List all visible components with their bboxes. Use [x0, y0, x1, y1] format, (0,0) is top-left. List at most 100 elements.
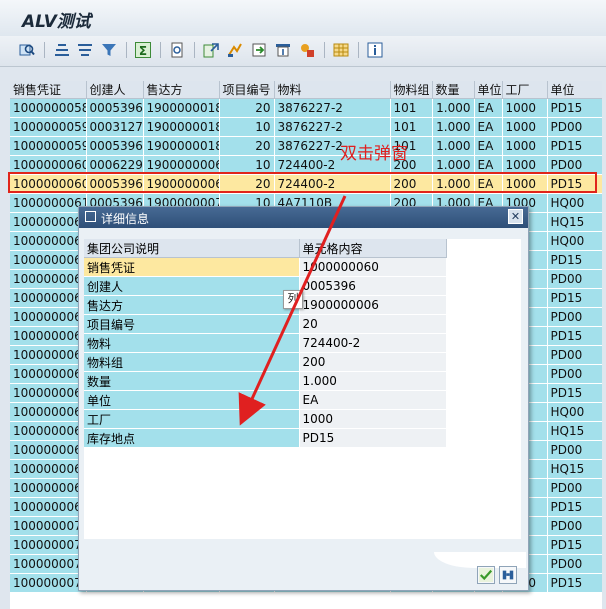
detail-column-header[interactable]: 集团公司说明 [84, 239, 300, 258]
select-layout-icon[interactable] [250, 41, 268, 59]
table-cell[interactable]: 1000000070 [10, 554, 87, 574]
table-cell[interactable]: HQ00 [547, 231, 602, 251]
column-header[interactable]: 物料 [274, 81, 391, 99]
table-row[interactable]: 1000000058 0005396 1900000018 20 3876227-2 10… [10, 98, 602, 118]
detail-row[interactable]: 售达方 1900000006 [84, 295, 447, 315]
table-cell[interactable]: PD00 [547, 364, 602, 384]
table-cell[interactable]: 1900000018 [143, 136, 220, 156]
table-cell[interactable]: 1000000059 [10, 117, 87, 137]
table-row[interactable]: 1000000060 0005396 1900000006 20 724400-2 200… [10, 174, 602, 194]
table-cell[interactable]: 1000000066 [10, 402, 87, 422]
table-cell[interactable]: 1000000066 [10, 383, 87, 403]
table-cell[interactable]: 1900000018 [143, 98, 220, 118]
table-cell[interactable]: PD15 [547, 383, 602, 403]
table-cell[interactable]: 200 [390, 174, 433, 194]
table-cell[interactable]: 1000000062 [10, 250, 87, 270]
table-cell[interactable]: 1000 [502, 117, 548, 137]
table-cell[interactable]: 1000000063 [10, 288, 87, 308]
table-row[interactable]: 1000000059 0003127 1900000018 10 3876227-2 10… [10, 117, 602, 137]
print-preview-icon[interactable] [168, 41, 186, 59]
table-cell[interactable]: 0005396 [86, 98, 144, 118]
table-cell[interactable]: 1000000058 [10, 98, 87, 118]
table-cell[interactable]: 1000000064 [10, 326, 87, 346]
table-cell[interactable]: HQ00 [547, 402, 602, 422]
table-cell[interactable]: 1.000 [432, 98, 475, 118]
table-cell[interactable]: 1000000068 [10, 478, 87, 498]
table-cell[interactable]: 1000000070 [10, 535, 87, 555]
table-cell[interactable]: 1000000067 [10, 440, 87, 460]
table-cell[interactable]: EA [474, 174, 503, 194]
table-cell[interactable]: 1000000062 [10, 212, 87, 232]
table-cell[interactable]: HQ00 [547, 193, 602, 213]
column-header[interactable]: 创建人 [86, 81, 144, 99]
table-row[interactable]: 1000000059 0005396 1900000018 20 3876227-2 10… [10, 136, 602, 156]
table-cell[interactable]: PD15 [547, 497, 602, 517]
detail-row[interactable]: 创建人 0005396 [84, 276, 447, 296]
info-icon[interactable] [366, 41, 384, 59]
column-header[interactable]: 单位 [547, 81, 602, 99]
table-cell[interactable]: 1000000065 [10, 345, 87, 365]
table-cell[interactable]: 101 [390, 117, 433, 137]
column-header[interactable]: 项目编号 [219, 81, 275, 99]
table-cell[interactable]: 1900000006 [143, 174, 220, 194]
table-cell[interactable]: 20 [219, 174, 275, 194]
table-cell[interactable]: PD15 [547, 98, 602, 118]
table-cell[interactable]: 1000 [502, 136, 548, 156]
table-cell[interactable]: 0006229 [86, 155, 144, 175]
table-cell[interactable]: 1000000063 [10, 269, 87, 289]
table-cell[interactable]: 10 [219, 117, 275, 137]
table-cell[interactable]: PD00 [547, 440, 602, 460]
detail-row[interactable]: 库存地点 PD15 [84, 428, 447, 448]
table-cell[interactable]: 20 [219, 136, 275, 156]
table-cell[interactable]: 1000 [502, 98, 548, 118]
column-header[interactable]: 售达方 [143, 81, 220, 99]
table-cell[interactable]: 1000000059 [10, 136, 87, 156]
save-layout-icon[interactable] [274, 41, 292, 59]
table-cell[interactable]: 1.000 [432, 174, 475, 194]
detail-row[interactable]: 单位 EA [84, 390, 447, 410]
details-icon[interactable] [18, 41, 36, 59]
detail-row[interactable]: 物料组 200 [84, 352, 447, 372]
column-header[interactable]: 单位 [474, 81, 503, 99]
table-cell[interactable]: 3876227-2 [274, 98, 391, 118]
table-cell[interactable]: PD15 [547, 136, 602, 156]
table-cell[interactable]: HQ15 [547, 421, 602, 441]
detail-row[interactable]: 数量 1.000 [84, 371, 447, 391]
abc-analysis-icon[interactable] [298, 41, 316, 59]
table-cell[interactable]: 724400-2 [274, 174, 391, 194]
table-cell[interactable]: 3876227-2 [274, 117, 391, 137]
table-cell[interactable]: 0005396 [86, 174, 144, 194]
table-cell[interactable]: EA [474, 117, 503, 137]
spreadsheet-icon[interactable] [332, 41, 350, 59]
sum-icon[interactable]: Σ [134, 41, 152, 59]
table-cell[interactable]: 1000000066 [10, 421, 87, 441]
table-cell[interactable]: HQ15 [547, 459, 602, 479]
table-cell[interactable]: EA [474, 98, 503, 118]
change-layout-icon[interactable] [226, 41, 244, 59]
table-cell[interactable]: 20 [219, 98, 275, 118]
sort-descending-icon[interactable] [76, 41, 94, 59]
table-cell[interactable]: PD15 [547, 288, 602, 308]
table-row[interactable]: 1000000060 0006229 1900000006 10 724400-2 200… [10, 155, 602, 175]
table-cell[interactable]: 1000000070 [10, 516, 87, 536]
table-cell[interactable]: EA [474, 136, 503, 156]
table-cell[interactable]: 1900000018 [143, 117, 220, 137]
table-cell[interactable]: 101 [390, 98, 433, 118]
filter-icon[interactable] [100, 41, 118, 59]
table-cell[interactable]: PD15 [547, 535, 602, 555]
search-icon[interactable] [499, 566, 517, 584]
table-cell[interactable]: PD00 [547, 554, 602, 574]
table-cell[interactable]: 1000000061 [10, 193, 87, 213]
table-cell[interactable]: 0005396 [86, 136, 144, 156]
table-cell[interactable]: 1000 [502, 155, 548, 175]
table-cell[interactable]: 1000000068 [10, 459, 87, 479]
table-cell[interactable]: PD15 [547, 573, 602, 593]
detail-row[interactable]: 工厂 1000 [84, 409, 447, 429]
table-cell[interactable]: 1000000069 [10, 497, 87, 517]
table-cell[interactable]: 1.000 [432, 155, 475, 175]
table-cell[interactable]: 10 [219, 155, 275, 175]
table-cell[interactable]: PD15 [547, 326, 602, 346]
detail-column-header[interactable]: 单元格内容 [299, 239, 447, 258]
column-header[interactable]: 工厂 [502, 81, 548, 99]
export-icon[interactable] [202, 41, 220, 59]
